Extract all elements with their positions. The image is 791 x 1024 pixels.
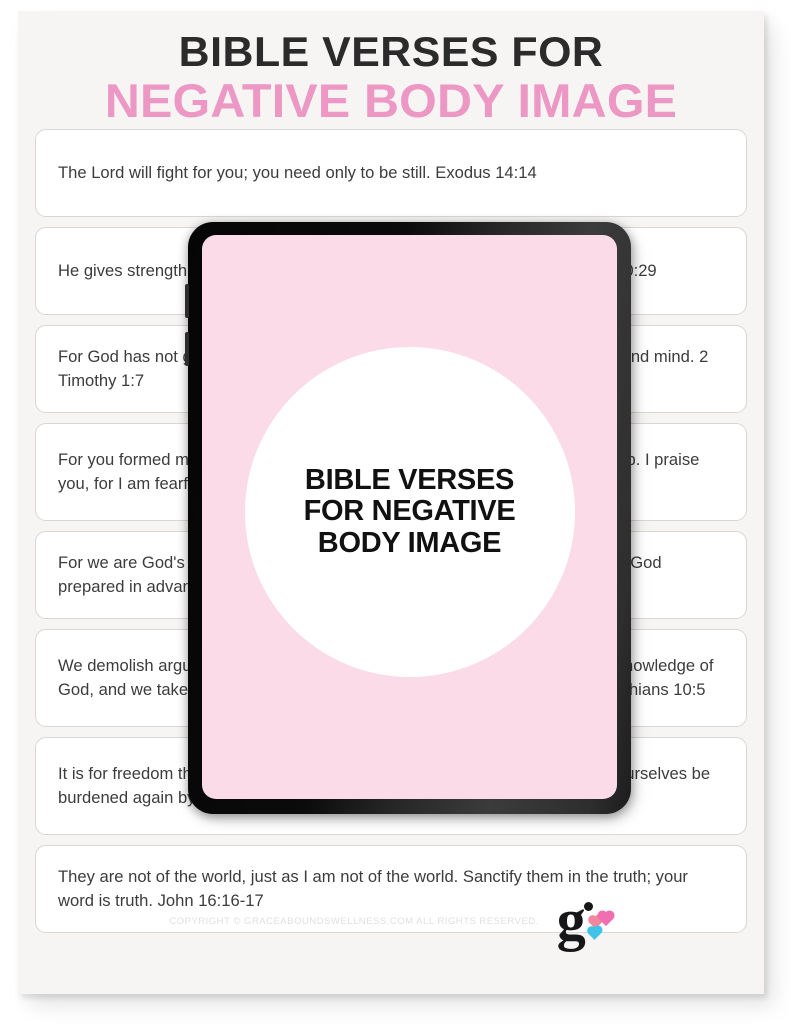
screen-title-line-1: BIBLE VERSES (304, 464, 515, 497)
screen-title: BIBLE VERSES FOR NEGATIVE BODY IMAGE (303, 464, 516, 559)
screen-title-line-3: BODY IMAGE (317, 526, 502, 559)
page-title: BIBLE VERSES FOR NEGATIVE BODY IMAGE (18, 29, 764, 126)
title-line-primary: BIBLE VERSES FOR (178, 28, 604, 75)
heart-icon-cyan (587, 927, 601, 940)
screen-title-line-2: FOR NEGATIVE (303, 495, 516, 528)
printable-page: BIBLE VERSES FOR NEGATIVE BODY IMAGE The… (18, 11, 764, 994)
verse-card: The Lord will fight for you; you need on… (35, 129, 747, 217)
logo-dot-icon (583, 902, 593, 911)
tablet-screen: BIBLE VERSES FOR NEGATIVE BODY IMAGE (202, 235, 617, 799)
tablet-volume-button-down (185, 332, 189, 366)
verse-text: The Lord will fight for you; you need on… (58, 163, 537, 183)
brand-logo: g (557, 891, 613, 949)
copyright-text: COPYRIGHT © GRACEABOUNDSWELLNESS.COM ALL… (169, 915, 539, 927)
screen-circle-badge: BIBLE VERSES FOR NEGATIVE BODY IMAGE (244, 347, 575, 677)
logo-letter-g: g (556, 887, 586, 952)
tablet-volume-button-up (185, 284, 189, 318)
title-line-accent: NEGATIVE BODY IMAGE (104, 74, 678, 128)
tablet-body: BIBLE VERSES FOR NEGATIVE BODY IMAGE (185, 222, 631, 814)
heart-icon-magenta (598, 911, 613, 927)
screenshot-root: BIBLE VERSES FOR NEGATIVE BODY IMAGE The… (0, 0, 791, 1024)
footer: COPYRIGHT © GRACEABOUNDSWELLNESS.COM ALL… (18, 891, 764, 949)
tablet-mockup: BIBLE VERSES FOR NEGATIVE BODY IMAGE (185, 222, 635, 820)
